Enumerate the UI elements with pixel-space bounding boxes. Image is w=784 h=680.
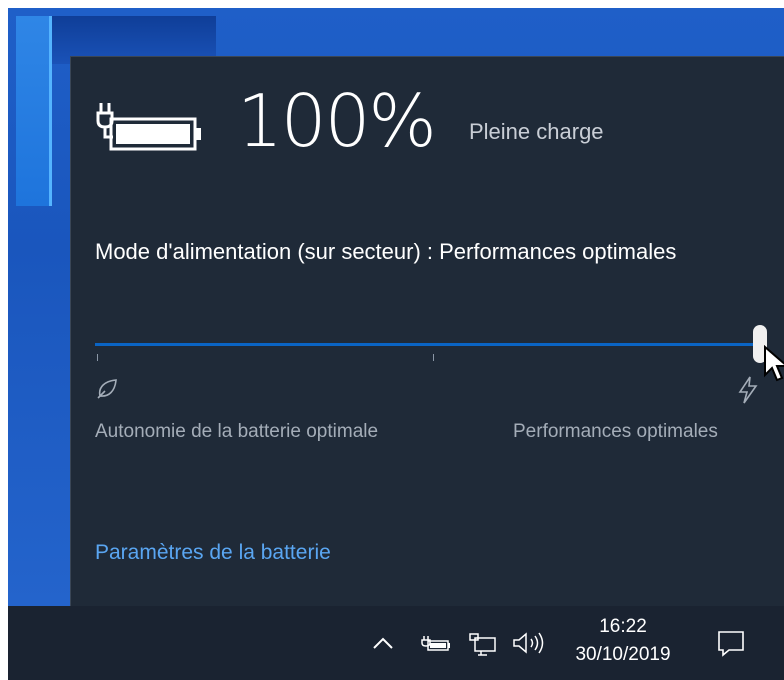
slider-tick: [433, 354, 434, 361]
battery-plugged-icon: [96, 103, 201, 151]
leaf-icon: [97, 379, 117, 399]
network-icon[interactable]: [466, 628, 498, 658]
best-performance-end-label: Performances optimales: [513, 421, 718, 442]
power-mode-slider[interactable]: [95, 325, 784, 382]
clock-date: 30/10/2019: [575, 644, 671, 665]
taskbar-clock[interactable]: 16:22 30/10/2019: [563, 614, 683, 670]
slider-track[interactable]: [95, 343, 755, 346]
action-center-icon[interactable]: [716, 628, 746, 658]
desktop-window-edge: [16, 16, 52, 206]
slider-tick: [97, 354, 98, 361]
lightning-bolt-icon: [738, 376, 758, 404]
power-mode-label: Mode d'alimentation (sur secteur) : Perf…: [95, 239, 677, 264]
battery-settings-link[interactable]: Paramètres de la batterie: [95, 541, 331, 565]
volume-icon[interactable]: [510, 628, 548, 658]
mouse-cursor-icon: [764, 345, 784, 382]
taskbar: 16:22 30/10/2019: [8, 606, 784, 680]
battery-status-row: 100% Pleine charge: [95, 79, 745, 185]
battery-percentage: 100%: [237, 79, 437, 163]
battery-flyout: 100% Pleine charge Mode d'alimentation (…: [70, 56, 784, 607]
battery-status-text: Pleine charge: [469, 119, 604, 144]
chevron-up-icon[interactable]: [370, 628, 396, 658]
battery-plugged-icon[interactable]: [420, 628, 452, 658]
clock-time: 16:22: [599, 616, 647, 637]
battery-saver-end-label: Autonomie de la batterie optimale: [95, 421, 379, 442]
